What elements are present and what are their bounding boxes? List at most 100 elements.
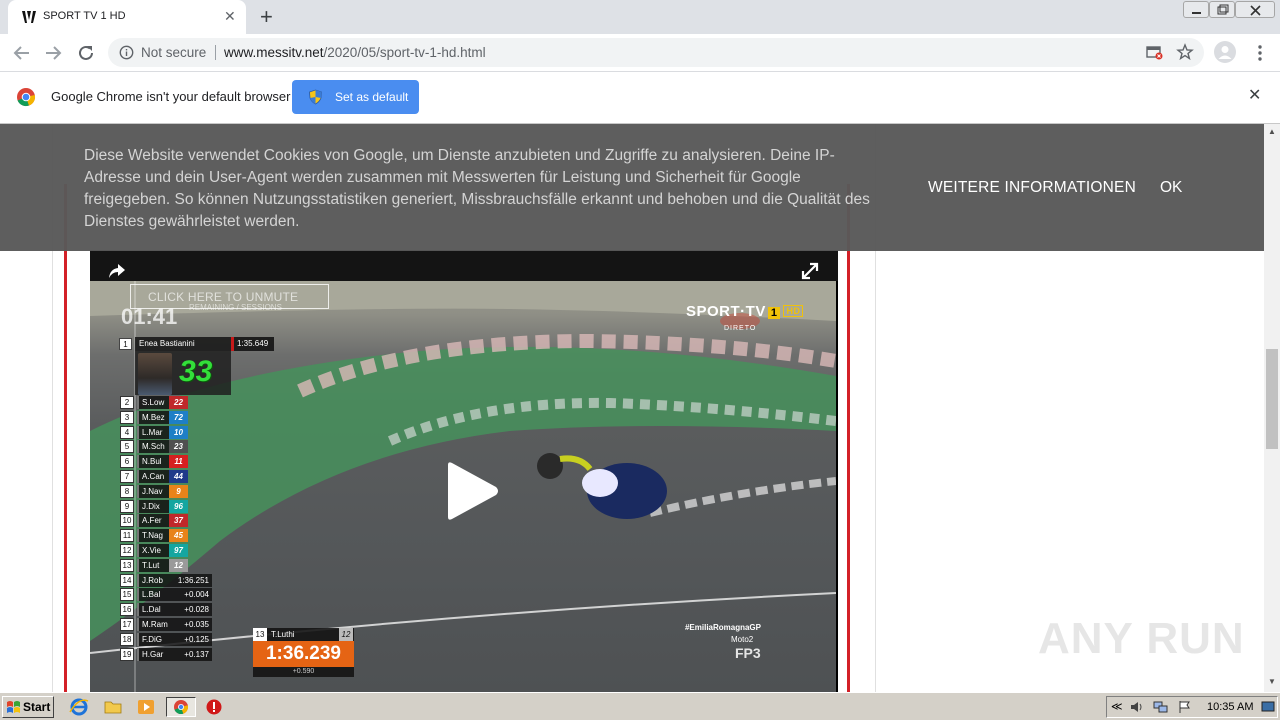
standings-position: 10 [120, 514, 134, 528]
cookie-notice-text: Diese Website verwendet Cookies von Goog… [84, 147, 870, 230]
default-browser-infobar: Google Chrome isn't your default browser… [0, 72, 1280, 124]
window-minimize-button[interactable] [1183, 1, 1209, 18]
popout-icon[interactable] [801, 262, 819, 280]
action-center-flag-icon[interactable] [1177, 700, 1193, 714]
unmute-label: CLICK HERE TO UNMUTE [148, 290, 299, 304]
standings-position: 6 [120, 455, 134, 469]
standings-position: 19 [120, 647, 134, 661]
tab-active[interactable]: SPORT TV 1 HD ✕ [8, 0, 246, 34]
standings-rider-number: 96 [169, 499, 188, 513]
channel-name: SPORT·TV [686, 303, 766, 320]
share-icon[interactable] [108, 263, 126, 279]
lap-time: 1:36.239 [253, 641, 354, 667]
popup-blocked-icon[interactable] [1146, 45, 1163, 60]
set-default-button[interactable]: Set as default [292, 80, 419, 114]
play-icon[interactable] [442, 461, 502, 521]
stop-icon[interactable] [203, 697, 225, 717]
tab-close-icon[interactable]: ✕ [224, 8, 236, 24]
channel-hd-badge: HD [783, 305, 804, 317]
standings-position: 9 [120, 499, 134, 513]
forward-arrow-icon[interactable] [42, 42, 64, 64]
more-info-link[interactable]: WEITERE INFORMATIONEN [928, 179, 1136, 197]
info-icon[interactable] [119, 45, 134, 60]
standings-position: 8 [120, 484, 134, 498]
standings-rider-name: J.Nav [137, 484, 169, 498]
video-player[interactable]: CLICK HERE TO UNMUTE 01:41 REMAINING / S… [90, 250, 838, 692]
standings-position: 18 [120, 632, 134, 646]
scroll-down-arrow-icon[interactable]: ▼ [1268, 677, 1276, 686]
standings-rider-name: T.Nag [137, 529, 169, 543]
lap-rider-name: T.Luthi [271, 630, 295, 639]
window-restore-button[interactable] [1209, 1, 1235, 18]
standings-rider-name: M.Sch [137, 440, 169, 454]
lap-rider-header: 13 T.Luthi 12 [253, 628, 354, 641]
standings-position: 2 [120, 396, 134, 409]
reload-icon[interactable] [75, 42, 97, 64]
scroll-up-arrow-icon[interactable]: ▲ [1268, 127, 1276, 136]
folder-icon[interactable] [102, 697, 124, 717]
address-bar[interactable]: Not secure www.messitv.net/2020/05/sport… [108, 38, 1204, 67]
tab-title: SPORT TV 1 HD [43, 10, 126, 22]
leader-time: 1:35.649 [231, 337, 274, 351]
network-icon[interactable] [1153, 700, 1169, 714]
standings-rider-name: S.Low [137, 396, 169, 409]
standings-position: 4 [120, 425, 134, 439]
volume-icon[interactable] [1129, 700, 1145, 714]
taskbar-chrome-button[interactable] [166, 697, 196, 717]
video-frame[interactable]: CLICK HERE TO UNMUTE 01:41 REMAINING / S… [90, 281, 836, 692]
system-tray: ≪ 10:35 AM [1106, 696, 1278, 718]
lap-rider-position: 13 [253, 628, 267, 641]
internet-explorer-icon[interactable] [68, 697, 90, 717]
url-host: www.messitv.net [224, 45, 324, 60]
start-button[interactable]: Start [2, 696, 54, 718]
chrome-icon [174, 700, 189, 715]
channel-number: 1 [767, 307, 781, 319]
standings-position: 17 [120, 618, 134, 631]
scroll-thumb[interactable] [1266, 349, 1278, 449]
kebab-menu-icon[interactable] [1252, 42, 1268, 64]
tray-expand-icon[interactable]: ≪ [1111, 700, 1123, 713]
standings-position: 7 [120, 470, 134, 483]
leader-number: 33 [179, 355, 213, 388]
standings-rider-number: 37 [169, 514, 188, 528]
cookie-ok-button[interactable]: OK [1160, 179, 1182, 197]
media-player-icon[interactable] [135, 697, 157, 717]
standings-rider-name: F.DiG [137, 632, 169, 646]
watermark-logo: ANY RUN [1038, 614, 1245, 663]
standings-rider-name: N.Bul [137, 455, 169, 469]
bookmark-star-icon[interactable] [1176, 43, 1194, 61]
url-text[interactable]: www.messitv.net/2020/05/sport-tv-1-hd.ht… [224, 45, 486, 60]
new-tab-icon[interactable]: + [260, 5, 273, 29]
standings-rider-name: M.Bez [137, 410, 169, 424]
leader-name: Enea Bastianini [135, 337, 231, 351]
clock: 10:35 AM [1207, 701, 1254, 713]
event-hashtag: #EmiliaRomagnaGP [684, 623, 761, 632]
browser-toolbar: Not secure www.messitv.net/2020/05/sport… [0, 34, 1280, 72]
shield-icon [309, 89, 322, 105]
page-scrollbar[interactable]: ▲ ▼ [1264, 124, 1280, 692]
session-time: 01:41 [121, 304, 178, 329]
standings-rider-name: A.Fer [137, 514, 169, 528]
standings-rider-number: 12 [169, 558, 188, 572]
chrome-logo-icon [17, 88, 36, 107]
standings-rider-number: 23 [169, 440, 188, 454]
standings-rider-name: X.Vie [137, 544, 169, 557]
standings-rider-number: 9 [169, 484, 188, 498]
channel-logo: SPORT·TV 1 HD [686, 303, 804, 320]
rider-portrait [138, 353, 172, 395]
tab-strip: SPORT TV 1 HD ✕ + [0, 0, 1280, 34]
standings-rider-name: J.Rob [137, 573, 169, 587]
security-label[interactable]: Not secure [141, 45, 206, 60]
infobar-close-icon[interactable]: ✕ [1248, 87, 1261, 105]
lap-rider-number: 12 [339, 628, 353, 641]
standings-gap: +0.137 [169, 647, 212, 661]
window-close-button[interactable] [1235, 1, 1275, 18]
standings-rider-number: 72 [169, 410, 188, 424]
site-favicon-icon [22, 11, 36, 23]
standings-rider-number: 10 [169, 425, 188, 439]
standings-position: 11 [120, 529, 134, 543]
back-arrow-icon[interactable] [11, 42, 33, 64]
standings-rider-name: L.Dal [137, 603, 169, 617]
show-desktop-icon[interactable] [1261, 700, 1275, 714]
profile-avatar-icon[interactable] [1214, 41, 1236, 63]
